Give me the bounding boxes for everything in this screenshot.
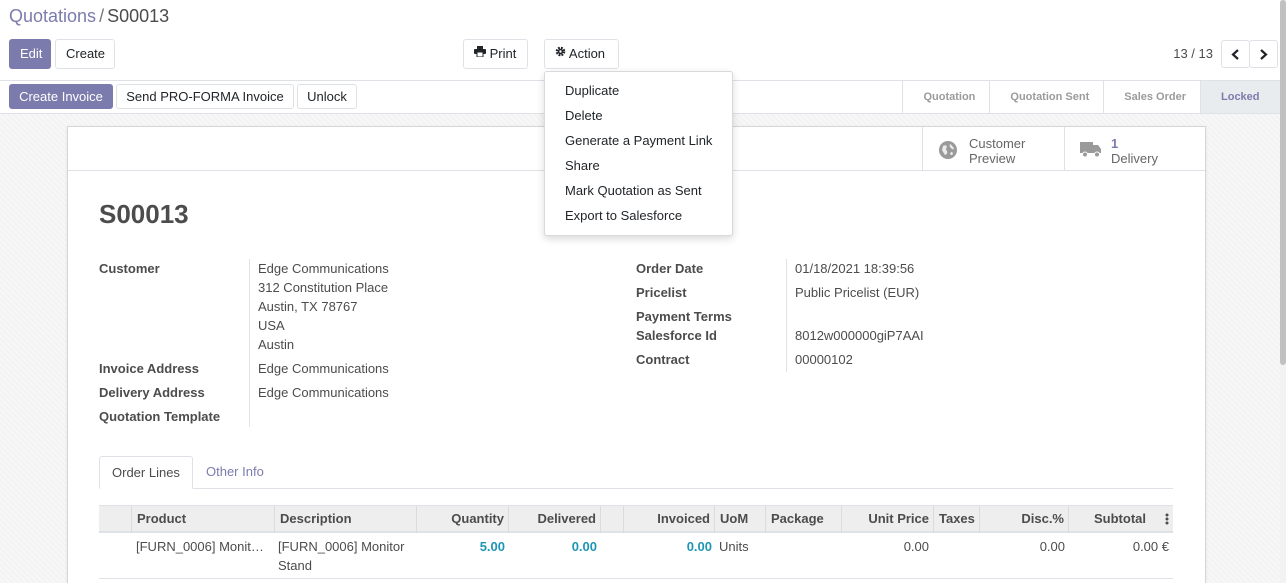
cell-quantity: 5.00: [479, 539, 505, 554]
pricelist-label: Pricelist: [636, 285, 687, 300]
cell-description-line2: Stand: [278, 558, 312, 573]
pager-previous-button[interactable]: [1221, 40, 1250, 68]
cell-uom: Units: [719, 539, 749, 554]
tab-other-info[interactable]: Other Info: [194, 456, 276, 489]
breadcrumb: Quotations / S00013: [9, 6, 169, 27]
order-date-value: 01/18/2021 18:39:56: [795, 261, 915, 276]
menu-item-delete[interactable]: Delete: [545, 105, 732, 130]
action-button[interactable]: Action: [544, 39, 619, 69]
kebab-menu-icon: [1156, 513, 1169, 525]
customer-label: Customer: [99, 261, 160, 276]
column-unit-price[interactable]: Unit Price: [841, 506, 934, 533]
send-proforma-button[interactable]: Send PRO-FORMA Invoice: [116, 84, 294, 109]
globe-icon: [938, 140, 958, 163]
column-subtotal[interactable]: Subtotal: [1068, 506, 1151, 533]
column-delivered[interactable]: Delivered: [508, 506, 601, 533]
stage-sales-order[interactable]: Sales Order: [1103, 81, 1200, 113]
column-uom[interactable]: UoM: [714, 506, 766, 533]
cell-invoiced: 0.00: [686, 539, 712, 554]
action-dropdown-menu: Duplicate Delete Generate a Payment Link…: [544, 71, 733, 236]
customer-address-line: Austin: [258, 337, 295, 352]
edit-button[interactable]: Edit: [9, 39, 51, 69]
column-taxes[interactable]: Taxes: [933, 506, 980, 533]
cell-discount: 0.00: [1039, 539, 1065, 554]
pager-value[interactable]: 13 / 13: [1173, 46, 1213, 61]
column-description[interactable]: Description: [274, 506, 417, 533]
customer-address-line: Austin, TX 78767: [258, 299, 358, 314]
stage-quotation[interactable]: Quotation: [902, 81, 990, 113]
cell-delivered: 0.00: [571, 539, 597, 554]
menu-item-generate-payment-link[interactable]: Generate a Payment Link: [545, 130, 732, 155]
contract-link[interactable]: 00000102: [795, 350, 853, 369]
delivery-text: Delivery: [1111, 151, 1158, 166]
print-icon: [474, 39, 486, 67]
quotation-template-label: Quotation Template: [99, 409, 221, 424]
delivery-count: 1: [1111, 136, 1119, 151]
scrollbar-thumb[interactable]: [1280, 0, 1286, 365]
column-quantity[interactable]: Quantity: [416, 506, 509, 533]
customer-preview-button[interactable]: Customer Preview: [922, 127, 1064, 171]
create-button[interactable]: Create: [55, 39, 115, 69]
pager-next-button[interactable]: [1249, 40, 1278, 68]
stage-list: Quotation Quotation Sent Sales Order Loc…: [902, 81, 1280, 113]
breadcrumb-separator: /: [99, 6, 105, 26]
order-date-label: Order Date: [636, 261, 704, 276]
cell-subtotal: 0.00 €: [1132, 539, 1169, 554]
customer-preview-line2: Preview: [969, 151, 1016, 166]
unlock-button[interactable]: Unlock: [297, 84, 357, 109]
customer-link[interactable]: Edge Communications: [258, 259, 389, 278]
menu-item-share[interactable]: Share: [545, 155, 732, 180]
optional-columns-toggle[interactable]: [1151, 506, 1173, 533]
create-invoice-button[interactable]: Create Invoice: [9, 84, 113, 109]
page-scrollbar[interactable]: [1280, 0, 1286, 583]
column-invoiced[interactable]: Invoiced: [623, 506, 715, 533]
column-package[interactable]: Package: [765, 506, 842, 533]
tab-order-lines[interactable]: Order Lines: [99, 456, 193, 489]
delivery-address-link[interactable]: Edge Communications: [258, 383, 389, 402]
column-spacer: [600, 506, 624, 533]
gear-icon: [555, 39, 566, 67]
invoice-address-link[interactable]: Edge Communications: [258, 359, 389, 378]
invoice-address-label: Invoice Address: [99, 361, 199, 376]
cell-product: [FURN_0006] Monit…: [136, 539, 264, 554]
column-discount[interactable]: Disc.%: [979, 506, 1069, 533]
action-label: Action: [568, 46, 606, 61]
order-lines-header: Product Description Quantity Delivered I…: [99, 505, 1173, 533]
column-product[interactable]: Product: [131, 506, 275, 533]
cell-description: [FURN_0006] Monitor: [278, 539, 405, 554]
delivery-label: 1 Delivery: [1111, 136, 1158, 166]
customer-preview-line1: Customer: [969, 136, 1026, 151]
breadcrumb-current: S00013: [107, 6, 170, 26]
customer-address-line: USA: [258, 318, 285, 333]
breadcrumb-quotations-link[interactable]: Quotations: [9, 6, 96, 26]
menu-item-mark-as-sent[interactable]: Mark Quotation as Sent: [545, 180, 732, 205]
menu-item-duplicate[interactable]: Duplicate: [545, 80, 732, 105]
contract-label: Contract: [636, 352, 690, 367]
stage-quotation-sent[interactable]: Quotation Sent: [989, 81, 1104, 113]
stage-locked[interactable]: Locked: [1200, 81, 1280, 113]
salesforce-id-label: Salesforce Id: [636, 328, 717, 343]
record-title: S00013: [99, 199, 189, 229]
menu-item-export-to-salesforce[interactable]: Export to Salesforce: [545, 205, 732, 230]
customer-address-line: 312 Constitution Place: [258, 280, 389, 295]
truck-icon: [1080, 140, 1102, 161]
row-divider: [99, 578, 1173, 579]
cell-unit-price: 0.00: [903, 539, 929, 554]
print-label: Print: [489, 46, 517, 61]
right-group-divider: [786, 259, 787, 372]
customer-preview-label: Customer Preview: [969, 136, 1025, 166]
delivery-address-label: Delivery Address: [99, 385, 205, 400]
payment-terms-label: Payment Terms: [636, 309, 732, 324]
print-button[interactable]: Print: [463, 39, 528, 69]
pricelist-value: Public Pricelist (EUR): [795, 285, 920, 300]
salesforce-id-value: 8012w000000giP7AAI: [795, 328, 924, 343]
delivery-button[interactable]: 1 Delivery: [1064, 127, 1206, 171]
left-group-divider: [249, 259, 250, 427]
